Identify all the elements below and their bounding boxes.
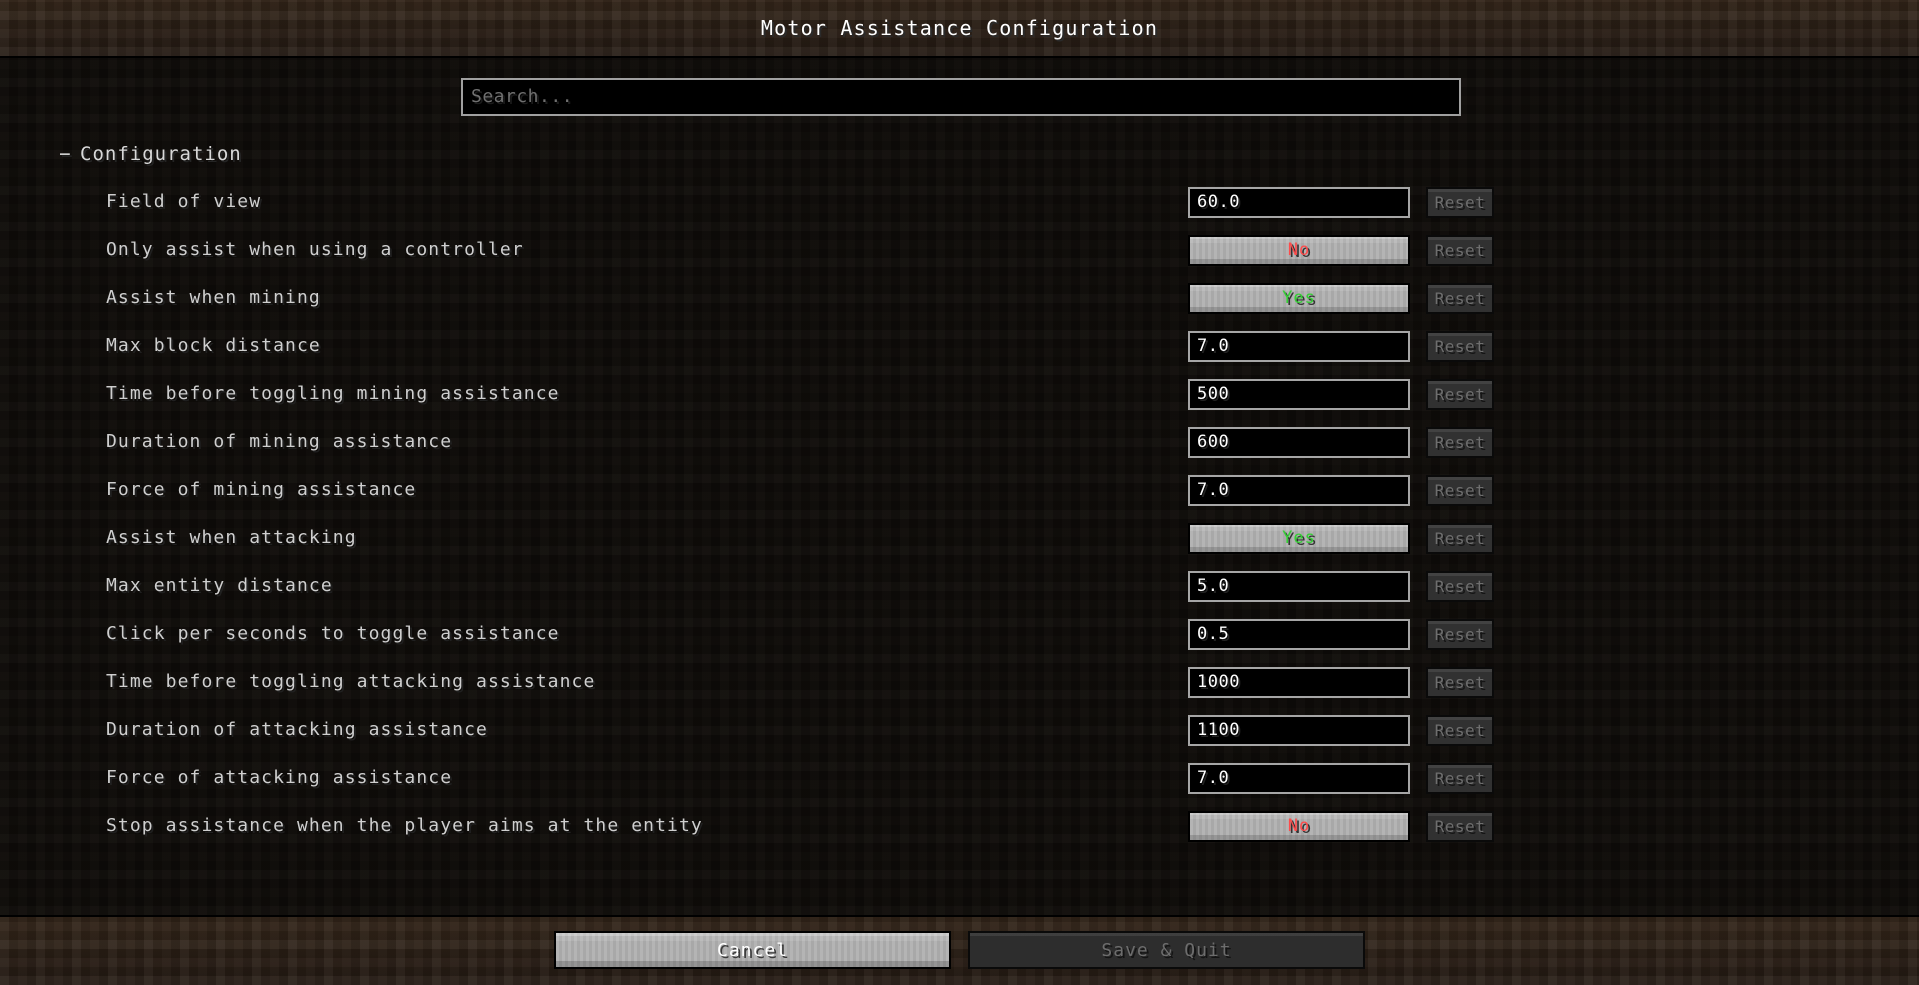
save-and-quit-button[interactable]: Save & Quit [968, 931, 1365, 969]
reset-button[interactable]: Reset [1426, 379, 1494, 410]
setting-value: 600 [1197, 432, 1230, 452]
reset-button[interactable]: Reset [1426, 235, 1494, 266]
reset-button[interactable]: Reset [1426, 763, 1494, 794]
setting-text-input[interactable]: 600 [1188, 427, 1410, 458]
setting-value: Yes [1282, 528, 1316, 548]
setting-row: Time before toggling attacking assistanc… [0, 658, 1919, 706]
category-configuration[interactable]: − Configuration [0, 136, 1919, 172]
setting-row: Assist when mining Yes Reset [0, 274, 1919, 322]
setting-label: Time before toggling attacking assistanc… [106, 671, 596, 692]
page-title: Motor Assistance Configuration [760, 16, 1159, 40]
setting-text-input[interactable]: 1100 [1188, 715, 1410, 746]
setting-text-input[interactable]: 5.0 [1188, 571, 1410, 602]
setting-row: Max entity distance 5.0 Reset [0, 562, 1919, 610]
setting-value: 7.0 [1197, 480, 1230, 500]
reset-button[interactable]: Reset [1426, 475, 1494, 506]
setting-value: 7.0 [1197, 768, 1230, 788]
setting-toggle-button[interactable]: Yes [1188, 523, 1410, 554]
setting-row: Duration of attacking assistance 1100 Rese… [0, 706, 1919, 754]
reset-button[interactable]: Reset [1426, 811, 1494, 842]
setting-toggle-button[interactable]: No [1188, 235, 1410, 266]
search-placeholder: Search... [471, 86, 574, 107]
setting-label: Force of mining assistance [106, 479, 417, 500]
reset-button[interactable]: Reset [1426, 187, 1494, 218]
category-label: Configuration [80, 143, 242, 165]
setting-label: Max block distance [106, 335, 321, 356]
setting-row: Field of view 60.0 Reset [0, 178, 1919, 226]
setting-row: Duration of mining assistance 600 Reset [0, 418, 1919, 466]
reset-button[interactable]: Reset [1426, 427, 1494, 458]
setting-row: Stop assistance when the player aims at … [0, 802, 1919, 850]
setting-toggle-button[interactable]: Yes [1188, 283, 1410, 314]
reset-button[interactable]: Reset [1426, 715, 1494, 746]
setting-value: No [1287, 816, 1311, 836]
setting-text-input[interactable]: 7.0 [1188, 475, 1410, 506]
setting-value: 1000 [1197, 672, 1240, 692]
setting-label: Click per seconds to toggle assistance [106, 623, 560, 644]
setting-label: Time before toggling mining assistance [106, 383, 560, 404]
minus-icon[interactable]: − [54, 136, 76, 172]
setting-row: Only assist when using a controller No Res… [0, 226, 1919, 274]
reset-button[interactable]: Reset [1426, 283, 1494, 314]
setting-row: Force of mining assistance 7.0 Reset [0, 466, 1919, 514]
setting-text-input[interactable]: 60.0 [1188, 187, 1410, 218]
setting-value: 0.5 [1197, 624, 1230, 644]
setting-label: Assist when attacking [106, 527, 357, 548]
setting-label: Force of attacking assistance [106, 767, 453, 788]
setting-value: No [1287, 240, 1311, 260]
setting-value: Yes [1282, 288, 1316, 308]
setting-label: Duration of attacking assistance [106, 719, 488, 740]
reset-button[interactable]: Reset [1426, 523, 1494, 554]
setting-value: 7.0 [1197, 336, 1230, 356]
reset-button[interactable]: Reset [1426, 619, 1494, 650]
setting-value: 500 [1197, 384, 1230, 404]
setting-value: 5.0 [1197, 576, 1230, 596]
setting-row: Time before toggling mining assistance 50… [0, 370, 1919, 418]
reset-button[interactable]: Reset [1426, 667, 1494, 698]
setting-label: Max entity distance [106, 575, 333, 596]
setting-label: Assist when mining [106, 287, 321, 308]
setting-text-input[interactable]: 7.0 [1188, 331, 1410, 362]
window-header: Motor Assistance Configuration [0, 0, 1919, 56]
search-input[interactable]: Search... [461, 78, 1461, 116]
setting-rows: Field of view 60.0 Reset Only assist when u… [0, 178, 1919, 850]
settings-list: Search... − Configuration Field of view 6… [0, 58, 1919, 915]
reset-button[interactable]: Reset [1426, 331, 1494, 362]
setting-value: 60.0 [1197, 192, 1240, 212]
reset-button[interactable]: Reset [1426, 571, 1494, 602]
setting-row: Assist when attacking Yes Reset [0, 514, 1919, 562]
setting-row: Force of attacking assistance 7.0 Reset [0, 754, 1919, 802]
setting-text-input[interactable]: 0.5 [1188, 619, 1410, 650]
window-footer: Cancel Save & Quit [0, 917, 1919, 985]
setting-text-input[interactable]: 7.0 [1188, 763, 1410, 794]
setting-text-input[interactable]: 1000 [1188, 667, 1410, 698]
config-screen: Motor Assistance Configuration Search...… [0, 0, 1919, 985]
cancel-button[interactable]: Cancel [554, 931, 951, 969]
setting-label: Field of view [106, 191, 262, 212]
setting-toggle-button[interactable]: No [1188, 811, 1410, 842]
setting-value: 1100 [1197, 720, 1240, 740]
setting-row: Click per seconds to toggle assistance 0.… [0, 610, 1919, 658]
setting-text-input[interactable]: 500 [1188, 379, 1410, 410]
setting-row: Max block distance 7.0 Reset [0, 322, 1919, 370]
setting-label: Stop assistance when the player aims at … [106, 815, 703, 836]
setting-label: Only assist when using a controller [106, 239, 524, 260]
setting-label: Duration of mining assistance [106, 431, 453, 452]
